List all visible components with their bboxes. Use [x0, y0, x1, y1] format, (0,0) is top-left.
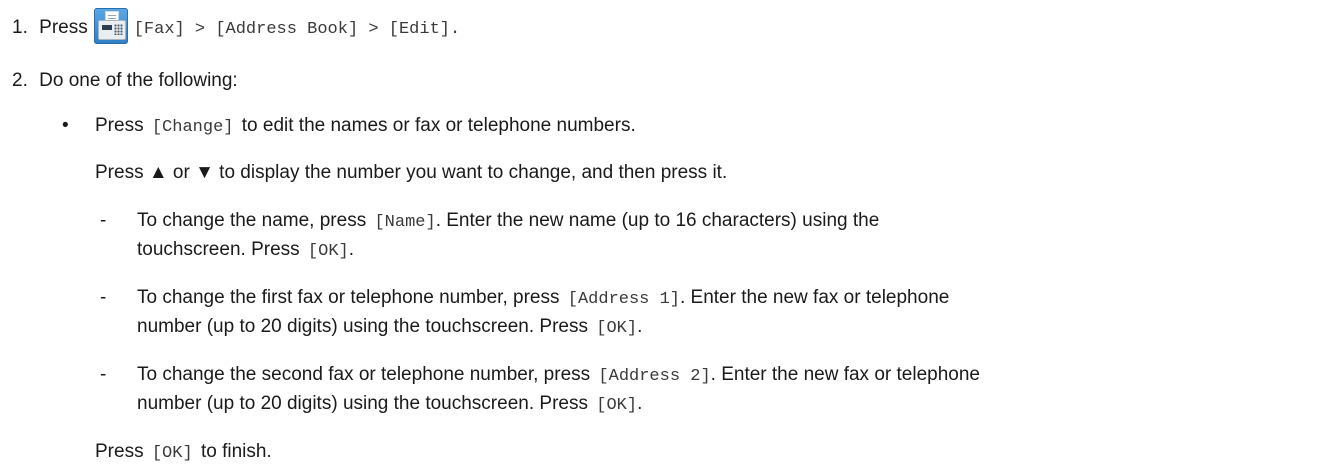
step-2: 2. Do one of the following: [12, 68, 238, 94]
sub-item-name: To change the name, press [Name]. Enter … [137, 210, 880, 232]
bullet-marker: • [62, 115, 69, 136]
bullet-item-change: Press [Change] to edit the names or fax … [95, 113, 636, 141]
sub-item-name-cont: touchscreen. Press [OK]. [137, 239, 355, 261]
address-2-code: [Address 2] [598, 367, 711, 386]
finish-instruction: Press [OK] to finish. [95, 441, 272, 463]
step-1: 1. Press [Fax] > [Address Book] > [Edit]. [12, 8, 460, 44]
sub-item-address-1: To change the first fax or telephone num… [137, 287, 950, 309]
change-description: to edit the names or fax or telephone nu… [241, 115, 636, 136]
fax-icon [93, 8, 128, 44]
ok-code: [OK] [307, 242, 349, 261]
sub-item-address-2-cont: number (up to 20 digits) using the touch… [137, 393, 643, 415]
change-button-code: [Change] [151, 118, 234, 137]
name-code: [Name] [374, 213, 436, 232]
press-label: Press [39, 17, 88, 38]
address-1-code: [Address 1] [567, 290, 680, 309]
step-number: 2. [12, 70, 28, 91]
dash-marker: - [100, 287, 107, 308]
sub-item-address-2: To change the second fax or telephone nu… [137, 364, 980, 386]
dash-marker: - [100, 364, 107, 385]
step-number: 1. [12, 17, 28, 38]
scroll-instruction: Press ▲ or ▼ to display the number you w… [95, 162, 728, 183]
menu-path: [Fax] > [Address Book] > [Edit]. [133, 20, 461, 39]
step-text: Do one of the following: [39, 70, 238, 91]
press-label: Press [95, 115, 144, 136]
sub-item-address-1-cont: number (up to 20 digits) using the touch… [137, 316, 643, 338]
ok-code: [OK] [596, 319, 638, 338]
ok-code: [OK] [151, 444, 193, 463]
ok-code: [OK] [596, 396, 638, 415]
dash-marker: - [100, 210, 107, 231]
